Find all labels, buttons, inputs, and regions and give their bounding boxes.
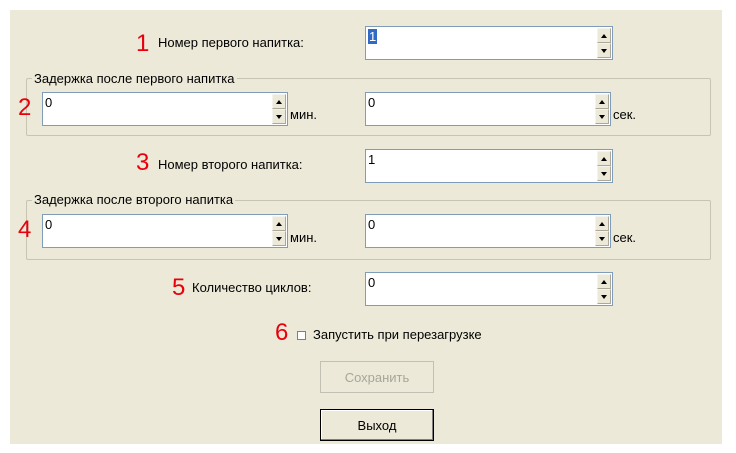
arrow-up-icon — [601, 156, 607, 161]
delay-second-seconds-spinbox[interactable]: 0 — [365, 214, 611, 248]
first-drink-value[interactable]: 1 — [368, 29, 378, 44]
delay-second-minutes-unit: мин. — [290, 230, 317, 245]
first-drink-down-button[interactable] — [597, 43, 611, 58]
delay-second-seconds-down-button[interactable] — [595, 231, 609, 246]
delay-second-minutes-value[interactable]: 0 — [45, 217, 52, 232]
save-button-label: Сохранить — [344, 369, 410, 385]
cycles-value[interactable]: 0 — [368, 275, 375, 290]
arrow-down-icon — [276, 236, 282, 241]
arrow-down-icon — [276, 114, 282, 119]
delay-second-minutes-spinbox[interactable]: 0 — [42, 214, 288, 248]
marker-6: 6 — [275, 319, 289, 346]
delay-first-minutes-down-button[interactable] — [272, 109, 286, 124]
delay-first-seconds-down-button[interactable] — [595, 109, 609, 124]
delay-first-title: Задержка после первого напитка — [32, 71, 237, 87]
delay-first-seconds-value[interactable]: 0 — [368, 95, 375, 110]
save-button[interactable]: Сохранить — [320, 361, 434, 393]
delay-first-seconds-unit: сек. — [613, 107, 637, 122]
cycles-spinbox[interactable]: 0 — [365, 272, 613, 306]
marker-3: 3 — [136, 149, 150, 176]
second-drink-up-button[interactable] — [597, 151, 611, 166]
arrow-down-icon — [601, 171, 607, 176]
delay-first-minutes-up-button[interactable] — [272, 94, 286, 109]
delay-first-minutes-spinbox[interactable]: 0 — [42, 92, 288, 126]
delay-second-seconds-value[interactable]: 0 — [368, 217, 375, 232]
second-drink-spinbox[interactable]: 1 — [365, 149, 613, 183]
exit-button-label: Выход — [357, 417, 397, 433]
arrow-down-icon — [601, 48, 607, 53]
marker-5: 5 — [172, 274, 186, 301]
arrow-up-icon — [601, 279, 607, 284]
exit-button[interactable]: Выход — [320, 409, 434, 441]
restart-label[interactable]: Запустить при перезагрузке — [313, 327, 482, 343]
delay-second-title: Задержка после второго напитка — [32, 192, 236, 208]
arrow-down-icon — [599, 236, 605, 241]
delay-first-seconds-up-button[interactable] — [595, 94, 609, 109]
arrow-up-icon — [276, 221, 282, 226]
marker-1: 1 — [136, 30, 150, 57]
first-drink-spinbox[interactable]: 1 — [365, 26, 613, 60]
cycles-label: Количество циклов: — [192, 280, 312, 295]
arrow-down-icon — [599, 114, 605, 119]
second-drink-value[interactable]: 1 — [368, 152, 375, 167]
second-drink-label: Номер второго напитка: — [158, 157, 303, 172]
delay-first-seconds-spinbox[interactable]: 0 — [365, 92, 611, 126]
marker-4: 4 — [18, 216, 32, 243]
marker-2: 2 — [18, 94, 32, 121]
first-drink-up-button[interactable] — [597, 28, 611, 43]
delay-first-minutes-value[interactable]: 0 — [45, 95, 52, 110]
cycles-up-button[interactable] — [597, 274, 611, 289]
second-drink-down-button[interactable] — [597, 166, 611, 181]
delay-second-minutes-up-button[interactable] — [272, 216, 286, 231]
first-drink-label: Номер первого напитка: — [158, 35, 304, 50]
delay-second-minutes-down-button[interactable] — [272, 231, 286, 246]
cycles-down-button[interactable] — [597, 289, 611, 304]
arrow-up-icon — [601, 33, 607, 38]
delay-second-seconds-up-button[interactable] — [595, 216, 609, 231]
arrow-up-icon — [276, 99, 282, 104]
delay-second-seconds-unit: сек. — [613, 230, 637, 245]
delay-first-minutes-unit: мин. — [290, 107, 317, 122]
arrow-up-icon — [599, 99, 605, 104]
arrow-up-icon — [599, 221, 605, 226]
arrow-down-icon — [601, 294, 607, 299]
restart-checkbox[interactable] — [297, 331, 306, 340]
